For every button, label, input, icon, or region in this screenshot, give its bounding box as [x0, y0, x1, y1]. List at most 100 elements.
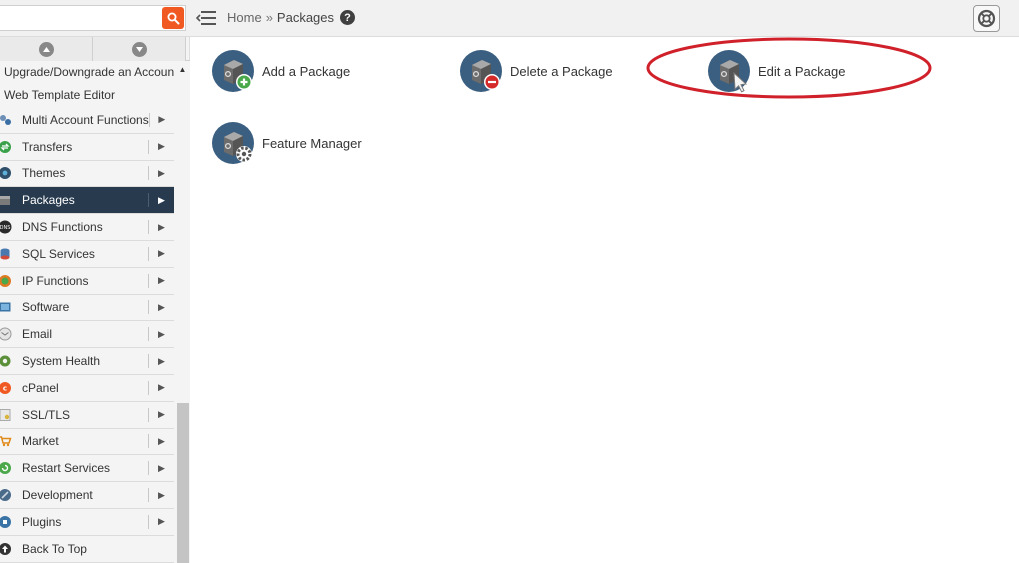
- sidebar-item-dns-functions[interactable]: DNS DNS Functions ▶: [0, 214, 174, 241]
- sidebar-item-system-health[interactable]: System Health ▶: [0, 348, 174, 375]
- sidebar-item-restart-services[interactable]: Restart Services ▶: [0, 455, 174, 483]
- lifebuoy-icon: [977, 9, 996, 28]
- chevron-down-icon: [131, 41, 147, 57]
- certificate-icon: [0, 408, 12, 422]
- sidebar-item-label: DNS Functions: [22, 220, 103, 235]
- search-button[interactable]: [162, 7, 184, 29]
- sidebar-item-label: Software: [22, 300, 70, 315]
- breadcrumb-separator: »: [265, 10, 273, 25]
- search-box: [0, 5, 186, 31]
- sidebar-item-label: Back To Top: [22, 541, 87, 556]
- sidebar-item-back-to-top[interactable]: Back To Top: [0, 535, 174, 563]
- sidebar-item-label: SQL Services: [22, 246, 95, 261]
- sidebar-item-plugins[interactable]: Plugins ▶: [0, 508, 174, 536]
- feature-label[interactable]: Delete a Package: [510, 64, 613, 79]
- package-icon: [0, 193, 12, 207]
- ip-icon: [0, 274, 12, 288]
- sidebar-item-themes[interactable]: Themes ▶: [0, 160, 174, 188]
- expand-arrow-icon[interactable]: ▶: [148, 139, 174, 154]
- development-icon: [0, 488, 12, 502]
- plugins-icon: [0, 515, 12, 529]
- software-icon: [0, 300, 12, 314]
- sidebar-item-label: Development: [22, 488, 93, 503]
- sidebar-scroll-down-button[interactable]: [93, 37, 186, 61]
- svg-text:DNS: DNS: [0, 225, 10, 231]
- svg-text:c: c: [3, 384, 7, 392]
- expand-arrow-icon[interactable]: ▶: [148, 246, 174, 261]
- sidebar-item-ip-functions[interactable]: IP Functions ▶: [0, 267, 174, 295]
- sidebar: Upgrade/Downgrade an Account Web Templat…: [0, 37, 190, 563]
- database-icon: [0, 247, 12, 261]
- feature-label[interactable]: Feature Manager: [262, 136, 362, 151]
- expand-arrow-icon[interactable]: ▶: [148, 193, 174, 208]
- transfers-icon: [0, 140, 12, 154]
- expand-arrow-icon[interactable]: ▶: [148, 300, 174, 315]
- scroll-up-caret-icon[interactable]: ▲: [178, 65, 187, 74]
- sidebar-scrollbar-thumb[interactable]: [177, 403, 189, 563]
- sidebar-item-label: IP Functions: [22, 273, 89, 288]
- arrow-up-icon: [0, 542, 12, 556]
- feature-delete-a-package[interactable]: Delete a Package: [459, 49, 613, 93]
- sidebar-item-cpanel[interactable]: c cPanel ▶: [0, 374, 174, 402]
- sidebar-scrollbar[interactable]: ▲: [175, 61, 190, 563]
- sidebar-item-ssl-tls[interactable]: SSL/TLS ▶: [0, 401, 174, 429]
- cpanel-icon: c: [0, 381, 12, 395]
- dns-icon: DNS: [0, 220, 12, 234]
- system-health-icon: [0, 354, 12, 368]
- delete-package-icon: [459, 49, 503, 93]
- sidebar-item-label: Market: [22, 434, 59, 449]
- email-icon: [0, 327, 12, 341]
- feature-add-a-package[interactable]: Add a Package: [211, 49, 350, 93]
- expand-arrow-icon[interactable]: ▶: [148, 220, 174, 235]
- sidebar-item-software[interactable]: Software ▶: [0, 294, 174, 322]
- sidebar-item-label: SSL/TLS: [22, 407, 71, 422]
- expand-arrow-icon[interactable]: ▶: [148, 407, 174, 422]
- expand-arrow-icon[interactable]: ▶: [148, 354, 174, 369]
- expand-arrow-icon[interactable]: ▶: [148, 327, 174, 342]
- sidebar-item-development[interactable]: Development ▶: [0, 482, 174, 509]
- expand-arrow-icon[interactable]: ▶: [148, 514, 174, 529]
- feature-label[interactable]: Add a Package: [262, 64, 350, 79]
- sidebar-subitem-upgrade-downgrade[interactable]: Upgrade/Downgrade an Account: [0, 61, 174, 84]
- feature-manager-icon: [211, 121, 255, 165]
- expand-arrow-icon[interactable]: ▶: [148, 488, 174, 503]
- cart-icon: [0, 434, 12, 448]
- sidebar-item-label: Email: [22, 327, 53, 342]
- expand-arrow-icon[interactable]: ▶: [148, 380, 174, 395]
- expand-arrow-icon[interactable]: ▶: [148, 166, 174, 181]
- breadcrumb-home-link[interactable]: Home: [227, 10, 262, 25]
- sidebar-item-label: cPanel: [22, 380, 59, 395]
- question-icon[interactable]: ?: [340, 10, 356, 25]
- expand-arrow-icon[interactable]: ▶: [148, 461, 174, 476]
- sidebar-item-packages[interactable]: Packages ▶: [0, 187, 174, 215]
- sidebar-menu: Upgrade/Downgrade an Account Web Templat…: [0, 61, 174, 563]
- sidebar-item-label: System Health: [22, 354, 101, 369]
- feature-label[interactable]: Edit a Package: [758, 64, 845, 79]
- expand-arrow-icon[interactable]: ▶: [148, 273, 174, 288]
- sidebar-item-label: Plugins: [22, 514, 62, 529]
- expand-arrow-icon[interactable]: ▶: [148, 434, 174, 449]
- menu-collapse-button[interactable]: [195, 9, 218, 27]
- feature-feature-manager[interactable]: Feature Manager: [211, 121, 362, 165]
- sidebar-item-label: Packages: [22, 193, 75, 208]
- sidebar-item-label: Multi Account Functions: [22, 112, 149, 127]
- support-button[interactable]: [973, 5, 1000, 32]
- menu-collapse-icon: [195, 11, 216, 25]
- sidebar-item-multi-account-functions[interactable]: Multi Account Functions ▶: [0, 107, 174, 134]
- magnifier-icon: [167, 12, 179, 24]
- sidebar-item-sql-services[interactable]: SQL Services ▶: [0, 240, 174, 268]
- sidebar-subitem-web-template-editor[interactable]: Web Template Editor: [0, 84, 174, 107]
- sidebar-scroll-controls: [0, 37, 190, 61]
- top-bar: Home » Packages ?: [0, 0, 1019, 37]
- sidebar-item-market[interactable]: Market ▶: [0, 428, 174, 456]
- accounts-icon: [0, 113, 12, 127]
- sidebar-item-label: Transfers: [22, 139, 73, 154]
- expand-arrow-icon[interactable]: ▶: [148, 112, 174, 127]
- breadcrumb: Home » Packages ?: [227, 10, 356, 25]
- sidebar-item-transfers[interactable]: Transfers ▶: [0, 133, 174, 161]
- sidebar-scroll-up-button[interactable]: [0, 37, 93, 61]
- search-input[interactable]: [0, 6, 160, 30]
- feature-edit-a-package[interactable]: Edit a Package: [707, 49, 845, 93]
- restart-icon: [0, 461, 12, 475]
- sidebar-item-email[interactable]: Email ▶: [0, 321, 174, 349]
